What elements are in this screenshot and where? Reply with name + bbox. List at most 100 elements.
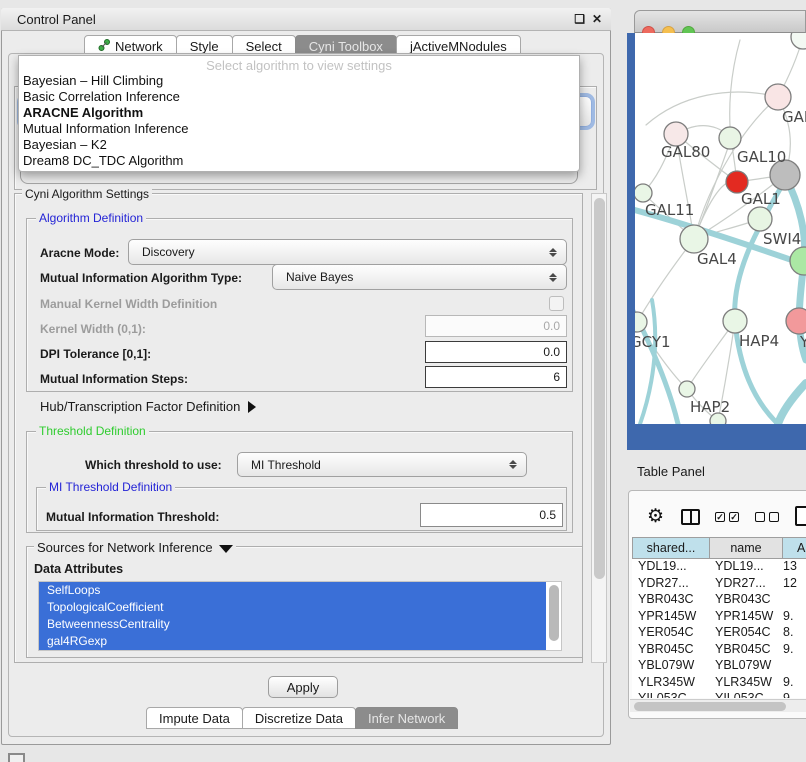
network-node[interactable]: [765, 84, 791, 110]
table-row[interactable]: YIL053C YIL053C 9: [632, 691, 806, 698]
cytoscape-app: Control Panel ❑ ✕ Network Style Select C…: [0, 0, 806, 762]
dropdown-item[interactable]: Bayesian – K2: [19, 137, 579, 153]
which-threshold-combobox[interactable]: MI Threshold: [237, 452, 527, 477]
unchecked-box-icon[interactable]: [769, 512, 779, 522]
dropdown-item[interactable]: Mutual Information Inference: [19, 121, 579, 137]
bottom-tab[interactable]: Infer Network: [355, 707, 458, 729]
bottom-tab-label: Infer Network: [368, 711, 445, 726]
network-node-label: SWI4: [763, 230, 801, 248]
column-header-shared-name[interactable]: shared...: [632, 537, 710, 559]
mi-threshold-field[interactable]: 0.5: [420, 503, 563, 527]
table-row[interactable]: YBL079W YBL079W: [632, 658, 806, 675]
column-header-name[interactable]: name: [709, 537, 783, 559]
combo-arrows-icon: [546, 248, 560, 257]
network-node-label: Y: [799, 333, 806, 351]
settings-scrollbar-thumb[interactable]: [594, 198, 605, 579]
table-doc-icon[interactable]: [795, 506, 806, 526]
dock-panel-icon[interactable]: [8, 753, 25, 762]
dropdown-item[interactable]: Dream8 DC_TDC Algorithm: [19, 153, 579, 169]
float-window-icon[interactable]: ❑: [574, 12, 585, 26]
control-panel-titlebar[interactable]: Control Panel ❑ ✕: [1, 8, 611, 31]
bottom-tab[interactable]: Discretize Data: [242, 707, 356, 729]
data-attribute-label: SelfLoops: [47, 583, 100, 597]
dpi-tolerance-field[interactable]: 0.0: [425, 341, 567, 363]
cell-shared-name: YBR045C: [632, 642, 710, 659]
mi-threshold-label: Mutual Information Threshold:: [46, 510, 219, 524]
network-canvas[interactable]: GALGAL80GAL10GAL11GAL1SWI4GAL4GCY1HAP4YH…: [635, 33, 806, 424]
network-node[interactable]: [635, 312, 647, 332]
close-window-icon[interactable]: ✕: [592, 12, 602, 26]
chevron-down-icon: [219, 545, 233, 553]
network-window-titlebar[interactable]: [634, 10, 806, 33]
network-node[interactable]: [723, 309, 747, 333]
data-attribute-label: BetweennessCentrality: [47, 617, 170, 631]
mi-steps-field[interactable]: 6: [425, 366, 567, 388]
dropdown-item[interactable]: Basic Correlation Inference: [19, 89, 579, 105]
chevron-right-icon: [248, 401, 256, 413]
control-panel-title: Control Panel: [17, 12, 96, 27]
network-edge: [646, 92, 778, 125]
table-hscrollbar-thumb[interactable]: [634, 702, 786, 711]
settings-scrollbar[interactable]: [591, 193, 607, 663]
cell-shared-name: YLR345W: [632, 675, 710, 692]
manual-kernel-label: Manual Kernel Width Definition: [40, 297, 217, 311]
sources-toggle[interactable]: Sources for Network Inference: [34, 540, 236, 555]
network-node[interactable]: [635, 184, 652, 202]
network-node-label: GAL80: [661, 143, 710, 161]
data-attributes-label: Data Attributes: [34, 562, 123, 576]
dropdown-prompt: Select algorithm to view settings: [19, 56, 579, 73]
gear-icon[interactable]: ⚙: [647, 505, 664, 528]
network-node[interactable]: [719, 127, 741, 149]
mi-threshold-title: MI Threshold Definition: [46, 480, 175, 494]
mi-algorithm-combobox[interactable]: Naive Bayes: [272, 264, 567, 290]
network-node[interactable]: [790, 247, 806, 275]
threshold-definition-title: Threshold Definition: [36, 424, 149, 438]
cell-value: 9.: [783, 642, 805, 659]
attributes-scrollbar-thumb[interactable]: [549, 585, 559, 641]
which-threshold-value: MI Threshold: [238, 458, 506, 472]
algorithm-dropdown-list: Select algorithm to view settings Bayesi…: [18, 55, 580, 172]
data-attribute-item[interactable]: BetweennessCentrality: [39, 616, 546, 633]
table-row[interactable]: YPR145W YPR145W 9.: [632, 609, 806, 626]
table-panel-title: Table Panel: [637, 464, 705, 479]
table-row[interactable]: YBR043C YBR043C: [632, 592, 806, 609]
hub-definition-toggle[interactable]: Hub/Transcription Factor Definition: [40, 399, 256, 414]
table-row[interactable]: YDR27... YDR27... 12: [632, 576, 806, 593]
data-attribute-item[interactable]: TopologicalCoefficient: [39, 599, 546, 616]
table-row[interactable]: YBR045C YBR045C 9.: [632, 642, 806, 659]
cell-shared-name: YBL079W: [632, 658, 710, 675]
dropdown-item-label: Mutual Information Inference: [23, 121, 188, 136]
network-node[interactable]: [748, 207, 772, 231]
mi-algorithm-label: Mutual Information Algorithm Type:: [40, 271, 242, 285]
column-header-partial[interactable]: A: [782, 537, 806, 559]
network-node[interactable]: [679, 381, 695, 397]
bottom-tab[interactable]: Impute Data: [146, 707, 243, 729]
data-attribute-item[interactable]: gal4RGexp: [39, 633, 546, 650]
network-node[interactable]: [791, 33, 806, 49]
dropdown-item[interactable]: ARACNE Algorithm: [19, 105, 579, 121]
cell-name: YDL19...: [710, 559, 783, 576]
table-row[interactable]: YLR345W YLR345W 9.: [632, 675, 806, 692]
network-node[interactable]: [786, 308, 806, 334]
aracne-mode-combobox[interactable]: Discovery: [128, 239, 567, 265]
table-row[interactable]: YER054C YER054C 8.: [632, 625, 806, 642]
sources-title: Sources for Network Inference: [37, 540, 213, 555]
table-row[interactable]: YDL19... YDL19... 13: [632, 559, 806, 576]
network-node-label: GAL4: [697, 250, 737, 268]
unchecked-box-icon[interactable]: [755, 512, 765, 522]
apply-button[interactable]: Apply: [268, 676, 338, 698]
data-attribute-item[interactable]: SelfLoops: [39, 582, 546, 599]
checked-box-icon[interactable]: ✓: [715, 512, 725, 522]
checked-box-icon[interactable]: ✓: [729, 512, 739, 522]
manual-kernel-checkbox[interactable]: [549, 296, 564, 311]
network-node[interactable]: [680, 225, 708, 253]
cell-name: YDR27...: [710, 576, 783, 593]
network-node-label: GAL: [782, 108, 806, 126]
network-edge: [637, 239, 694, 322]
dropdown-item[interactable]: Bayesian – Hill Climbing: [19, 73, 579, 89]
bottom-tabs: Impute Data Discretize Data Infer Networ…: [146, 707, 457, 729]
column-layout-icon[interactable]: [681, 509, 700, 525]
kernel-width-field[interactable]: 0.0: [425, 315, 567, 337]
table-hscrollbar[interactable]: [630, 699, 806, 712]
cell-value: [783, 658, 805, 675]
